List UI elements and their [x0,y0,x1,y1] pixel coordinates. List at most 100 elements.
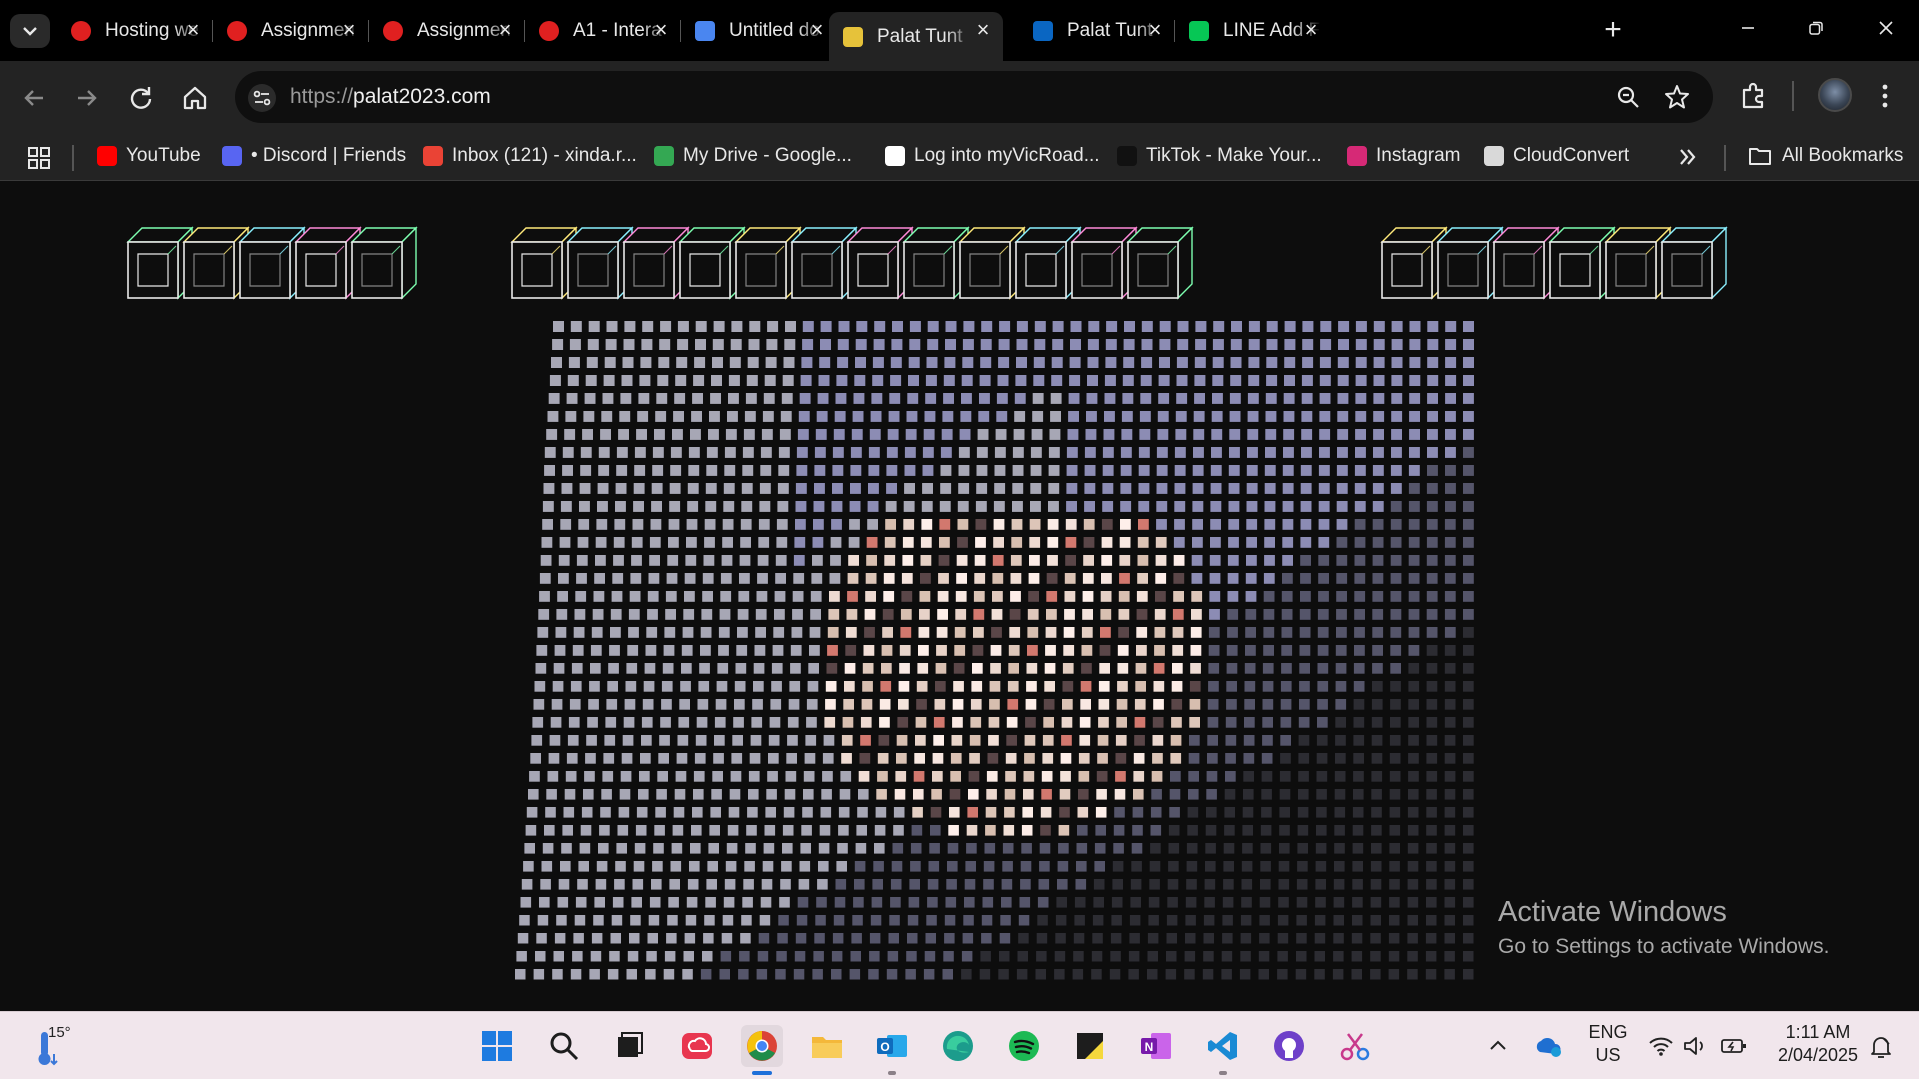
taskbar-app-creative-cloud[interactable] [676,1025,718,1067]
address-bar[interactable]: https://palat2023.com [235,71,1713,123]
zoom-icon[interactable] [1615,84,1641,110]
extensions-icon[interactable] [1738,81,1768,111]
grid-pixel [1062,663,1074,674]
tab-close-icon[interactable]: × [1301,19,1321,41]
grid-pixel [1030,447,1042,458]
taskbar-app-github-desktop[interactable] [1268,1025,1310,1067]
tab-5[interactable]: Untitled do × [681,12,837,50]
tab-close-icon[interactable]: × [651,19,671,41]
grid-pixel [629,933,640,944]
close-window-button[interactable] [1866,12,1906,48]
grid-pixel [901,573,913,584]
grid-pixel [1045,645,1056,656]
taskbar-app-outlook[interactable]: O [871,1025,913,1075]
tab-4[interactable]: A1 - Intera × [525,12,681,50]
grid-pixel [1242,843,1253,854]
grid-pixel [1444,681,1456,692]
grid-pixel [886,447,898,458]
onedrive-icon[interactable] [1533,1034,1563,1058]
grid-pixel [551,357,562,368]
notifications-icon[interactable] [1868,1034,1894,1060]
bookmark-item[interactable]: TikTok - Make Your... [1117,143,1322,169]
tab-close-icon[interactable]: × [1145,19,1165,41]
taskbar-app-file-explorer[interactable] [806,1025,848,1067]
grid-pixel [966,825,978,836]
tab-close-icon[interactable]: × [339,19,359,41]
taskbar-app-edge[interactable] [937,1025,979,1067]
star-icon[interactable] [1663,83,1691,111]
back-button[interactable] [17,81,51,115]
taskbar-app-windows-start[interactable] [476,1025,518,1067]
grid-pixel [725,861,737,872]
bookmark-item[interactable]: • Discord | Friends [222,143,406,169]
taskbar-app-task-view[interactable] [608,1025,650,1067]
tab-7[interactable]: Palat Tunt × [1019,12,1175,50]
grid-pixel [1300,537,1312,548]
tab-6[interactable]: Palat Tunt × [829,12,1003,61]
bookmark-item[interactable]: YouTube [97,143,201,169]
tab-3[interactable]: Assignmen × [369,12,525,50]
grid-pixel [1264,501,1276,512]
profile-avatar[interactable] [1818,78,1852,112]
bookmark-item[interactable]: Inbox (121) - xinda.r... [423,143,637,169]
grid-pixel [1284,357,1296,368]
new-tab-button[interactable]: + [1598,14,1628,48]
grid-pixel [1390,573,1402,584]
apps-grid-icon[interactable] [27,146,51,170]
taskbar-app-snipping-tool[interactable] [1334,1025,1376,1067]
tab-close-icon[interactable]: × [807,19,827,41]
bookmark-item[interactable]: Log into myVicRoad... [885,143,1100,169]
tab-1[interactable]: Hosting we × [57,12,213,50]
forward-button[interactable] [70,81,104,115]
taskbar-app-search[interactable] [543,1025,585,1067]
grid-pixel [1207,753,1218,764]
grid-pixel [1069,375,1081,386]
grid-pixel [1352,807,1364,818]
tab-search-button[interactable] [10,14,50,48]
grid-pixel [1408,681,1420,692]
grid-pixel [1040,825,1051,836]
site-info-icon[interactable] [247,83,277,113]
reload-button[interactable] [124,81,158,115]
taskbar-app-chrome[interactable] [741,1025,783,1075]
minimize-button[interactable] [1728,12,1768,48]
clock[interactable]: 1:11 AM 2/04/2025 [1768,1022,1868,1066]
grid-pixel [858,771,870,782]
battery-icon[interactable] [1720,1034,1748,1058]
taskbar-app-vscode[interactable] [1202,1025,1244,1075]
grid-pixel [848,537,860,548]
grid-pixel [813,501,825,512]
grid-pixel [873,861,884,872]
tab-close-icon[interactable]: × [495,19,515,41]
chevron-up-icon[interactable] [1488,1036,1508,1056]
grid-pixel [686,897,698,908]
grid-pixel [1239,969,1251,980]
tab-8[interactable]: LINE Add F × [1175,12,1331,50]
home-button[interactable] [178,81,212,115]
taskbar-app-onenote[interactable]: N [1135,1025,1177,1067]
grid-pixel [1277,969,1288,980]
grid-pixel [795,933,807,944]
bookmark-item[interactable]: CloudConvert [1484,143,1629,169]
restore-button[interactable] [1796,12,1836,48]
grid-pixel [647,609,658,620]
taskbar-app-sticky-notes[interactable] [1069,1025,1111,1067]
bookmark-item[interactable]: Instagram [1347,143,1460,169]
menu-kebab-icon[interactable] [1874,81,1896,111]
all-bookmarks-button[interactable]: All Bookmarks [1748,143,1903,169]
tab-2[interactable]: Assignmen × [213,12,369,50]
taskbar-app-spotify[interactable] [1003,1025,1045,1067]
bookmark-item[interactable]: My Drive - Google... [654,143,852,169]
grid-pixel [962,357,974,368]
language-indicator[interactable]: ENG US [1585,1022,1631,1066]
url-text[interactable]: https://palat2023.com [290,85,491,109]
tab-close-icon[interactable]: × [183,19,203,41]
volume-icon[interactable] [1682,1034,1708,1058]
heading-letter-glyph [566,226,634,300]
grid-pixel [1099,645,1111,656]
more-bookmarks-icon[interactable] [1677,146,1699,168]
wifi-icon[interactable] [1648,1034,1674,1058]
grid-pixel [1080,681,1092,692]
weather-widget[interactable]: 15° [30,1024,80,1070]
tab-close-icon[interactable]: × [973,19,993,41]
